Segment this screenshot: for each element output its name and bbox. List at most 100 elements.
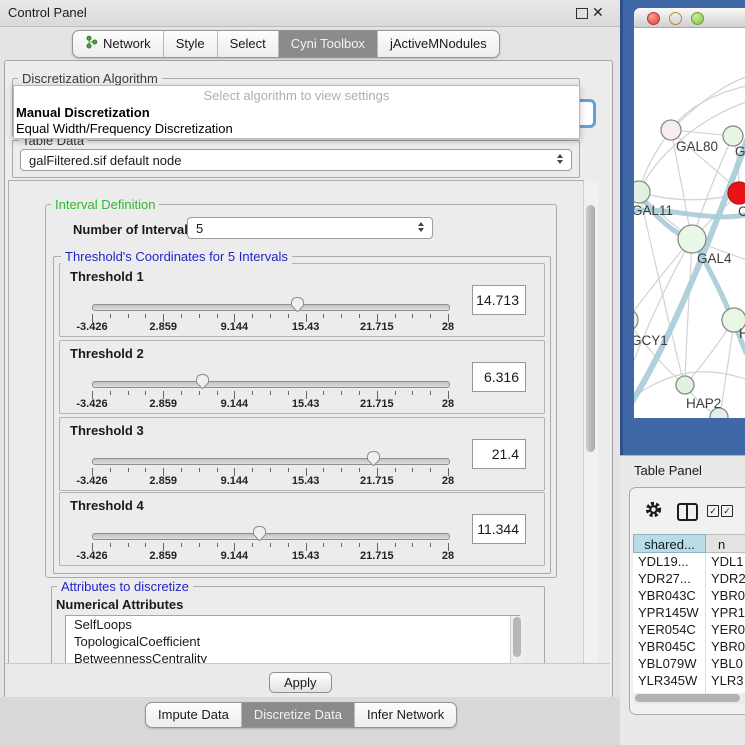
threshold-panel: Threshold 3-3.4262.8599.14415.4321.71528… (59, 417, 545, 491)
tab-cyni-toolbox[interactable]: Cyni Toolbox (278, 31, 377, 57)
threshold-value-field[interactable]: 11.344 (472, 514, 526, 544)
network-node[interactable] (634, 309, 638, 331)
algorithm-option-manual[interactable]: Manual Discretization (14, 105, 579, 121)
attributes-list-scrollbar[interactable] (510, 616, 524, 665)
tick-mark (359, 543, 360, 547)
threshold-panel: Threshold 4-3.4262.8599.14415.4321.71528… (59, 492, 545, 566)
threshold-label: Threshold 2 (70, 346, 144, 361)
tick-mark (217, 543, 218, 547)
node-table-panel: ✓ ✓ shared... n YDL19...YDL1YDR27...YDR2… (629, 487, 745, 715)
checkbox-icon[interactable]: ✓ (707, 505, 719, 517)
tick-mark (199, 391, 200, 395)
attributes-title: Attributes to discretize (57, 579, 193, 594)
control-panel-titlebar: Control Panel ✕ (0, 0, 620, 27)
network-node[interactable] (676, 376, 694, 394)
tick-mark (412, 543, 413, 547)
slider-track[interactable] (92, 381, 450, 388)
network-node[interactable] (728, 182, 745, 204)
tab-style[interactable]: Style (163, 31, 217, 57)
slider-track[interactable] (92, 533, 450, 540)
cell-name[interactable]: YBL0 (706, 655, 745, 672)
interval-definition-title: Interval Definition (51, 197, 159, 212)
tab-infer-network[interactable]: Infer Network (354, 703, 456, 727)
settings-vertical-scrollbar[interactable] (583, 181, 598, 662)
slider-thumb[interactable] (252, 525, 267, 542)
cell-shared-name[interactable]: YBL079W (633, 655, 706, 672)
scrollbar-thumb[interactable] (586, 205, 595, 452)
threshold-value-field[interactable]: 6.316 (472, 362, 526, 392)
apply-button[interactable]: Apply (269, 672, 332, 693)
tab-discretize-data[interactable]: Discretize Data (241, 703, 354, 727)
tick-label: 9.144 (204, 321, 264, 333)
scrollbar-thumb[interactable] (635, 694, 740, 702)
algorithm-option-equal-width[interactable]: Equal Width/Frequency Discretization (14, 121, 579, 137)
scrollbar-thumb[interactable] (513, 617, 521, 657)
tick-label: 21.715 (347, 398, 407, 410)
cell-name[interactable]: YDL1 (706, 553, 745, 570)
cell-shared-name[interactable]: YBR045C (633, 638, 706, 655)
minimize-traffic-light[interactable] (669, 12, 682, 25)
tick-mark (217, 314, 218, 318)
slider-track[interactable] (92, 304, 450, 311)
zoom-traffic-light[interactable] (691, 12, 704, 25)
close-panel-icon[interactable]: ✕ (592, 4, 604, 21)
cell-name[interactable]: YPR1 (706, 604, 745, 621)
cell-shared-name[interactable]: YLR345W (633, 672, 706, 689)
cyni-mode-tabbar: Impute DataDiscretize DataInfer Network (145, 702, 457, 728)
table-data-combobox[interactable]: galFiltered.sif default node (20, 149, 572, 171)
algorithm-dropdown-popup: Select algorithm to view settings Manual… (13, 85, 580, 139)
checkbox-icon[interactable]: ✓ (721, 505, 733, 517)
show-columns-icon[interactable] (677, 503, 698, 521)
combo-spinner-icon (557, 154, 564, 164)
network-canvas[interactable]: GAL80GACGAL11GAL4GCY1HHAP2 (634, 28, 745, 418)
column-header-name[interactable]: n (706, 534, 745, 553)
cell-name[interactable]: YDR2 (706, 570, 745, 587)
table-horizontal-scrollbar[interactable] (633, 693, 745, 704)
tick-mark (323, 314, 324, 318)
threshold-value-field[interactable]: 14.713 (472, 285, 526, 315)
tab-network[interactable]: Network (73, 31, 163, 57)
network-node[interactable] (661, 120, 681, 140)
network-node[interactable] (678, 225, 706, 253)
attribute-list-item[interactable]: TopologicalCoefficient (66, 633, 519, 650)
slider-thumb[interactable] (195, 373, 210, 390)
network-window-titlebar[interactable] (634, 8, 745, 28)
tick-label: 28 (418, 550, 478, 562)
slider-track[interactable] (92, 458, 450, 465)
table-header: shared... n (633, 534, 745, 553)
gear-icon[interactable] (644, 500, 663, 522)
node-label: GAL4 (697, 251, 732, 266)
column-header-shared-name[interactable]: shared... (633, 534, 706, 553)
tab-impute-data[interactable]: Impute Data (146, 703, 241, 727)
slider-thumb[interactable] (366, 450, 381, 467)
table-body: YDL19...YDL1YDR27...YDR2YBR043CYBR0YPR14… (633, 553, 745, 693)
tab-jactivemnodules[interactable]: jActiveMNodules (377, 31, 499, 57)
cell-shared-name[interactable]: YDL19... (633, 553, 706, 570)
tab-select[interactable]: Select (217, 31, 278, 57)
close-traffic-light[interactable] (647, 12, 660, 25)
threshold-label: Threshold 3 (70, 423, 144, 438)
slider-thumb[interactable] (290, 296, 305, 313)
threshold-value-field[interactable]: 21.4 (472, 439, 526, 469)
attribute-list-item[interactable]: SelfLoops (66, 616, 519, 633)
table-row: YDL19...YDL1 (633, 553, 745, 570)
network-node[interactable] (634, 181, 650, 203)
tick-mark (110, 314, 111, 318)
cell-name[interactable]: YBR0 (706, 587, 745, 604)
tick-label: 28 (418, 398, 478, 410)
tick-mark (288, 314, 289, 318)
network-node[interactable] (723, 126, 743, 146)
cell-name[interactable]: YLR3 (706, 672, 745, 689)
algorithm-option-placeholder[interactable]: Select algorithm to view settings (14, 86, 579, 105)
cell-shared-name[interactable]: YDR27... (633, 570, 706, 587)
tick-label: 21.715 (347, 550, 407, 562)
cell-shared-name[interactable]: YBR043C (633, 587, 706, 604)
number-of-intervals-combobox[interactable]: 5 (187, 217, 433, 239)
network-edge (685, 239, 692, 383)
float-window-icon[interactable] (576, 8, 588, 19)
cell-shared-name[interactable]: YPR145W (633, 604, 706, 621)
cell-name[interactable]: YBR0 (706, 638, 745, 655)
cell-name[interactable]: YER0 (706, 621, 745, 638)
cell-shared-name[interactable]: YER054C (633, 621, 706, 638)
control-panel-title: Control Panel (8, 5, 87, 20)
